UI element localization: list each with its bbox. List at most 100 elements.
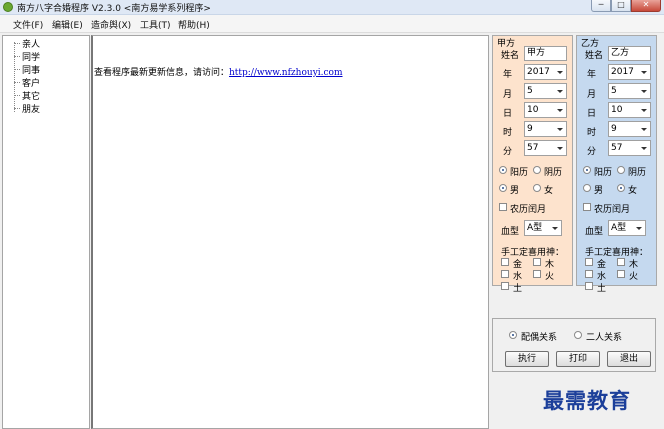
party-a-year-value: 2017 bbox=[527, 67, 550, 77]
party-b-leap-checkbox[interactable] bbox=[583, 203, 591, 211]
chevron-down-icon bbox=[641, 90, 647, 93]
female-label: 女 bbox=[628, 186, 638, 196]
party-b-lunar-radio[interactable] bbox=[617, 166, 625, 174]
pair-relation-label: 二人关系 bbox=[586, 333, 623, 343]
day-label: 日 bbox=[503, 109, 513, 119]
chevron-down-icon bbox=[636, 227, 642, 230]
party-b-solar-radio[interactable] bbox=[583, 166, 591, 174]
tree-connector bbox=[14, 42, 15, 112]
close-button[interactable]: ✕ bbox=[631, 0, 661, 12]
party-a-fire-checkbox[interactable] bbox=[533, 270, 541, 278]
print-button[interactable]: 打印 bbox=[556, 351, 600, 367]
party-b-day-value: 10 bbox=[611, 105, 623, 115]
lunar-label: 阴历 bbox=[544, 168, 563, 178]
party-b-metal-checkbox[interactable] bbox=[585, 258, 593, 266]
minute-label: 分 bbox=[503, 147, 513, 157]
party-a-hour-select[interactable]: 9 bbox=[524, 121, 567, 137]
menu-bar: 文件(F) 编辑(E) 造命舆(X) 工具(T) 帮助(H) bbox=[0, 15, 664, 33]
watermark-text: 最需教育 bbox=[543, 388, 631, 413]
menu-tools[interactable]: 工具(T) bbox=[140, 18, 171, 31]
tree-item-label: 客户 bbox=[22, 79, 41, 89]
day-label: 日 bbox=[587, 109, 597, 119]
party-a-month-value: 5 bbox=[527, 86, 533, 96]
result-area[interactable]: 查看程序最新更新信息，请访问：http://www.nfzhouyi.com bbox=[91, 35, 489, 429]
name-label: 姓名 bbox=[585, 51, 604, 61]
party-b-hour-value: 9 bbox=[611, 124, 617, 134]
chevron-down-icon bbox=[552, 227, 558, 230]
party-b-female-radio[interactable] bbox=[617, 184, 625, 192]
app-icon bbox=[3, 2, 13, 12]
yongshen-label: 手工定喜用神： bbox=[585, 248, 649, 258]
maximize-button[interactable]: □ bbox=[611, 0, 631, 12]
chevron-down-icon bbox=[641, 109, 647, 112]
party-b-year-select[interactable]: 2017 bbox=[608, 64, 651, 80]
update-message: 查看程序最新更新信息，请访问：http://www.nfzhouyi.com bbox=[94, 65, 343, 78]
menu-help[interactable]: 帮助(H) bbox=[178, 18, 210, 31]
party-a-blood-select[interactable]: A型 bbox=[524, 220, 562, 236]
party-b-month-select[interactable]: 5 bbox=[608, 83, 651, 99]
party-b-name-input[interactable]: 乙方 bbox=[608, 46, 651, 61]
website-link[interactable]: http://www.nfzhouyi.com bbox=[229, 68, 343, 78]
execute-button[interactable]: 执行 bbox=[505, 351, 549, 367]
party-a-wood-checkbox[interactable] bbox=[533, 258, 541, 266]
party-b-wood-checkbox[interactable] bbox=[617, 258, 625, 266]
party-a-name-input[interactable]: 甲方 bbox=[524, 46, 567, 61]
party-a-water-checkbox[interactable] bbox=[501, 270, 509, 278]
tree-item-label: 同事 bbox=[22, 66, 41, 76]
party-a-lunar-radio[interactable] bbox=[533, 166, 541, 174]
chevron-down-icon bbox=[557, 109, 563, 112]
party-b-minute-select[interactable]: 57 bbox=[608, 140, 651, 156]
male-label: 男 bbox=[594, 186, 604, 196]
hour-label: 时 bbox=[503, 128, 513, 138]
tree-item-label: 其它 bbox=[22, 92, 41, 102]
party-a-earth-checkbox[interactable] bbox=[501, 282, 509, 290]
hour-label: 时 bbox=[587, 128, 597, 138]
spouse-relation-label: 配偶关系 bbox=[521, 333, 558, 343]
minimize-button[interactable]: ─ bbox=[591, 0, 611, 12]
party-b-day-select[interactable]: 10 bbox=[608, 102, 651, 118]
menu-zaomingyu[interactable]: 造命舆(X) bbox=[91, 18, 131, 31]
element-fire-label: 火 bbox=[629, 272, 639, 282]
title-bar: 南方八字合婚程序 V2.3.0 <南方易学系列程序> ─ □ ✕ bbox=[0, 0, 664, 15]
party-a-minute-select[interactable]: 57 bbox=[524, 140, 567, 156]
party-a-hour-value: 9 bbox=[527, 124, 533, 134]
yongshen-label: 手工定喜用神： bbox=[501, 248, 565, 258]
party-b-panel: 乙方 姓名 乙方 年 2017 月 5 日 10 时 9 分 57 阳历 阴历 … bbox=[576, 35, 657, 294]
male-label: 男 bbox=[510, 186, 520, 196]
tree-item-label: 朋友 bbox=[22, 105, 41, 115]
party-b-earth-checkbox[interactable] bbox=[585, 282, 593, 290]
party-a-minute-value: 57 bbox=[527, 143, 539, 153]
party-a-female-radio[interactable] bbox=[533, 184, 541, 192]
party-b-fire-checkbox[interactable] bbox=[617, 270, 625, 278]
exit-button[interactable]: 退出 bbox=[607, 351, 651, 367]
party-a-solar-radio[interactable] bbox=[499, 166, 507, 174]
party-a-day-select[interactable]: 10 bbox=[524, 102, 567, 118]
solar-label: 阳历 bbox=[594, 168, 613, 178]
window-title: 南方八字合婚程序 V2.3.0 <南方易学系列程序> bbox=[17, 4, 211, 14]
party-b-male-radio[interactable] bbox=[583, 184, 591, 192]
tree-item-label: 同学 bbox=[22, 53, 41, 63]
party-b-blood-select[interactable]: A型 bbox=[608, 220, 646, 236]
female-label: 女 bbox=[544, 186, 554, 196]
menu-file[interactable]: 文件(F) bbox=[13, 18, 43, 31]
party-b-minute-value: 57 bbox=[611, 143, 623, 153]
element-earth-label: 土 bbox=[597, 284, 607, 294]
spouse-relation-radio[interactable] bbox=[509, 331, 517, 339]
party-a-male-radio[interactable] bbox=[499, 184, 507, 192]
blood-type-label: 血型 bbox=[585, 227, 604, 237]
party-a-leap-checkbox[interactable] bbox=[499, 203, 507, 211]
party-a-year-select[interactable]: 2017 bbox=[524, 64, 567, 80]
category-tree: 亲人 同学 同事 客户 其它 朋友 bbox=[2, 35, 90, 429]
party-a-metal-checkbox[interactable] bbox=[501, 258, 509, 266]
leap-month-label: 农历闰月 bbox=[594, 205, 631, 215]
pair-relation-radio[interactable] bbox=[574, 331, 582, 339]
party-a-panel: 甲方 姓名 甲方 年 2017 月 5 日 10 时 9 分 57 阳历 阴历 … bbox=[492, 35, 573, 294]
update-message-text: 查看程序最新更新信息，请访问： bbox=[94, 68, 230, 78]
party-a-month-select[interactable]: 5 bbox=[524, 83, 567, 99]
party-b-hour-select[interactable]: 9 bbox=[608, 121, 651, 137]
year-label: 年 bbox=[587, 70, 597, 80]
month-label: 月 bbox=[587, 90, 597, 100]
menu-edit[interactable]: 编辑(E) bbox=[52, 18, 83, 31]
chevron-down-icon bbox=[641, 128, 647, 131]
party-b-water-checkbox[interactable] bbox=[585, 270, 593, 278]
